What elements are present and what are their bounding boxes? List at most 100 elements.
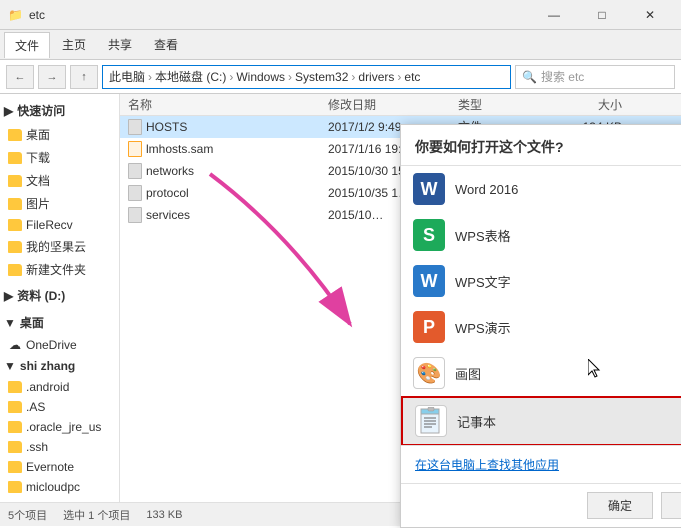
col-header-name[interactable]: 名称 xyxy=(120,96,320,113)
dialog-item-paint-label: 画图 xyxy=(455,364,481,383)
sidebar-item-evernote[interactable]: Evernote xyxy=(0,457,119,477)
wps-ppt-icon: P xyxy=(413,311,445,343)
ribbon-tab-view[interactable]: 查看 xyxy=(144,32,188,57)
dialog-footer: 确定 取消 xyxy=(401,483,681,527)
back-button[interactable]: ← xyxy=(6,65,34,89)
folder-icon xyxy=(8,401,22,413)
status-item-count: 5个项目 xyxy=(8,507,47,523)
dialog-item-wps-text-label: WPS文字 xyxy=(455,272,511,291)
folder-icon: 📁 xyxy=(8,8,23,22)
path-this-pc: 此电脑 xyxy=(109,68,145,85)
col-header-type[interactable]: 类型 xyxy=(450,96,550,113)
dialog-title: 你要如何打开这个文件? xyxy=(401,125,681,165)
sidebar-item-as[interactable]: .AS xyxy=(0,397,119,417)
address-path-field[interactable]: 此电脑 › 本地磁盘 (C:) › Windows › System32 › d… xyxy=(102,65,511,89)
status-item-size: 133 KB xyxy=(146,509,182,521)
folder-icon xyxy=(8,421,22,433)
sidebar-quick-access: ▶ 快速访问 xyxy=(0,98,119,123)
path-windows: Windows xyxy=(236,70,285,84)
sidebar-item-filerecv[interactable]: FileRecv xyxy=(0,215,119,235)
sidebar-user-header[interactable]: ▼ shi zhang xyxy=(0,355,119,377)
folder-icon xyxy=(8,461,22,473)
ribbon-tab-home[interactable]: 主页 xyxy=(52,32,96,57)
sidebar: ▶ 快速访问 桌面 下载 文档 图片 FileRecv xyxy=(0,94,120,502)
ribbon-toolbar: 文件 主页 共享 查看 xyxy=(0,30,681,60)
notepad-svg xyxy=(417,407,445,435)
search-icon: 🔍 xyxy=(522,70,537,84)
search-box[interactable]: 🔍 搜索 etc xyxy=(515,65,675,89)
dialog-item-wps-text[interactable]: W WPS文字 xyxy=(401,258,681,304)
file-icon xyxy=(128,163,142,179)
cloud-icon: ☁ xyxy=(8,338,22,352)
ribbon-tab-share[interactable]: 共享 xyxy=(98,32,142,57)
file-list-header: 名称 修改日期 类型 大小 xyxy=(120,94,681,116)
dialog-item-wps-ppt-label: WPS演示 xyxy=(455,318,511,337)
sidebar-item-desktop[interactable]: 桌面 xyxy=(0,123,119,146)
sidebar-desktop-header[interactable]: ▼ 桌面 xyxy=(0,310,119,335)
folder-icon xyxy=(8,481,22,493)
path-etc: etc xyxy=(404,70,420,84)
path-drivers: drivers xyxy=(358,70,394,84)
folder-icon xyxy=(8,219,22,231)
sidebar-item-new-folder[interactable]: 新建文件夹 xyxy=(0,258,119,281)
dialog-item-word-label: Word 2016 xyxy=(455,182,518,197)
sidebar-item-pictures[interactable]: 图片 xyxy=(0,192,119,215)
sidebar-item-onedrive2[interactable]: ☁ OneDrive xyxy=(0,497,119,502)
sidebar-drive-d[interactable]: ▶ 资料 (D:) xyxy=(0,283,119,308)
dialog-item-wps-table[interactable]: S WPS表格 xyxy=(401,212,681,258)
file-name-protocol: protocol xyxy=(120,185,320,201)
sidebar-item-documents[interactable]: 文档 xyxy=(0,169,119,192)
sidebar-item-nutcloud[interactable]: 我的坚果云 xyxy=(0,235,119,258)
dialog-confirm-button[interactable]: 确定 xyxy=(587,492,653,519)
sidebar-item-ssh[interactable]: .ssh xyxy=(0,437,119,457)
dialog-cancel-button[interactable]: 取消 xyxy=(661,492,681,519)
status-item-selected: 选中 1 个项目 xyxy=(63,507,130,523)
ribbon-tab-file[interactable]: 文件 xyxy=(4,32,50,58)
file-icon xyxy=(128,119,142,135)
sidebar-item-micloud[interactable]: micloudpc xyxy=(0,477,119,497)
minimize-button[interactable]: — xyxy=(531,0,577,30)
paint-icon: 🎨 xyxy=(413,357,445,389)
close-button[interactable]: ✕ xyxy=(627,0,673,30)
folder-icon xyxy=(8,129,22,141)
file-icon xyxy=(128,141,142,157)
sidebar-item-onedrive[interactable]: ☁ OneDrive xyxy=(0,335,119,355)
folder-icon xyxy=(8,175,22,187)
col-header-size[interactable]: 大小 xyxy=(550,96,630,113)
sidebar-item-android[interactable]: .android xyxy=(0,377,119,397)
folder-icon xyxy=(8,198,22,210)
col-header-date[interactable]: 修改日期 xyxy=(320,96,450,113)
dialog-item-notepad-label: 记事本 xyxy=(457,412,496,431)
word-icon: W xyxy=(413,173,445,205)
folder-icon xyxy=(8,264,22,276)
file-name-networks: networks xyxy=(120,163,320,179)
dialog-item-notepad[interactable]: 记事本 xyxy=(401,396,681,445)
file-icon xyxy=(128,207,142,223)
open-with-dialog: 你要如何打开这个文件? W Word 2016 S WPS表格 W xyxy=(400,124,681,528)
dialog-item-paint[interactable]: 🎨 画图 xyxy=(401,350,681,396)
folder-icon xyxy=(8,241,22,253)
up-button[interactable]: ↑ xyxy=(70,65,98,89)
notepad-icon xyxy=(415,405,447,437)
content-area: 名称 修改日期 类型 大小 HOSTS 2017/1/2 9:49 文件 134… xyxy=(120,94,681,502)
file-icon xyxy=(128,185,142,201)
cloud-icon2: ☁ xyxy=(8,500,22,502)
sidebar-item-oracle[interactable]: .oracle_jre_us xyxy=(0,417,119,437)
dialog-app-list: W Word 2016 S WPS表格 W WPS文字 xyxy=(401,165,681,445)
dialog-item-wps-ppt[interactable]: P WPS演示 xyxy=(401,304,681,350)
sidebar-item-downloads[interactable]: 下载 xyxy=(0,146,119,169)
path-system32: System32 xyxy=(295,70,348,84)
folder-icon xyxy=(8,441,22,453)
title-bar: 📁 etc — □ ✕ xyxy=(0,0,681,30)
dialog-item-word[interactable]: W Word 2016 xyxy=(401,166,681,212)
folder-icon xyxy=(8,381,22,393)
file-name-hosts: HOSTS xyxy=(120,119,320,135)
dialog-find-more-link[interactable]: 在这台电脑上查找其他应用 xyxy=(401,445,681,483)
file-name-services: services xyxy=(120,207,320,223)
forward-button[interactable]: → xyxy=(38,65,66,89)
maximize-button[interactable]: □ xyxy=(579,0,625,30)
dialog-item-wps-table-label: WPS表格 xyxy=(455,226,511,245)
folder-icon xyxy=(8,152,22,164)
wps-table-icon: S xyxy=(413,219,445,251)
file-name-lmhosts: lmhosts.sam xyxy=(120,141,320,157)
